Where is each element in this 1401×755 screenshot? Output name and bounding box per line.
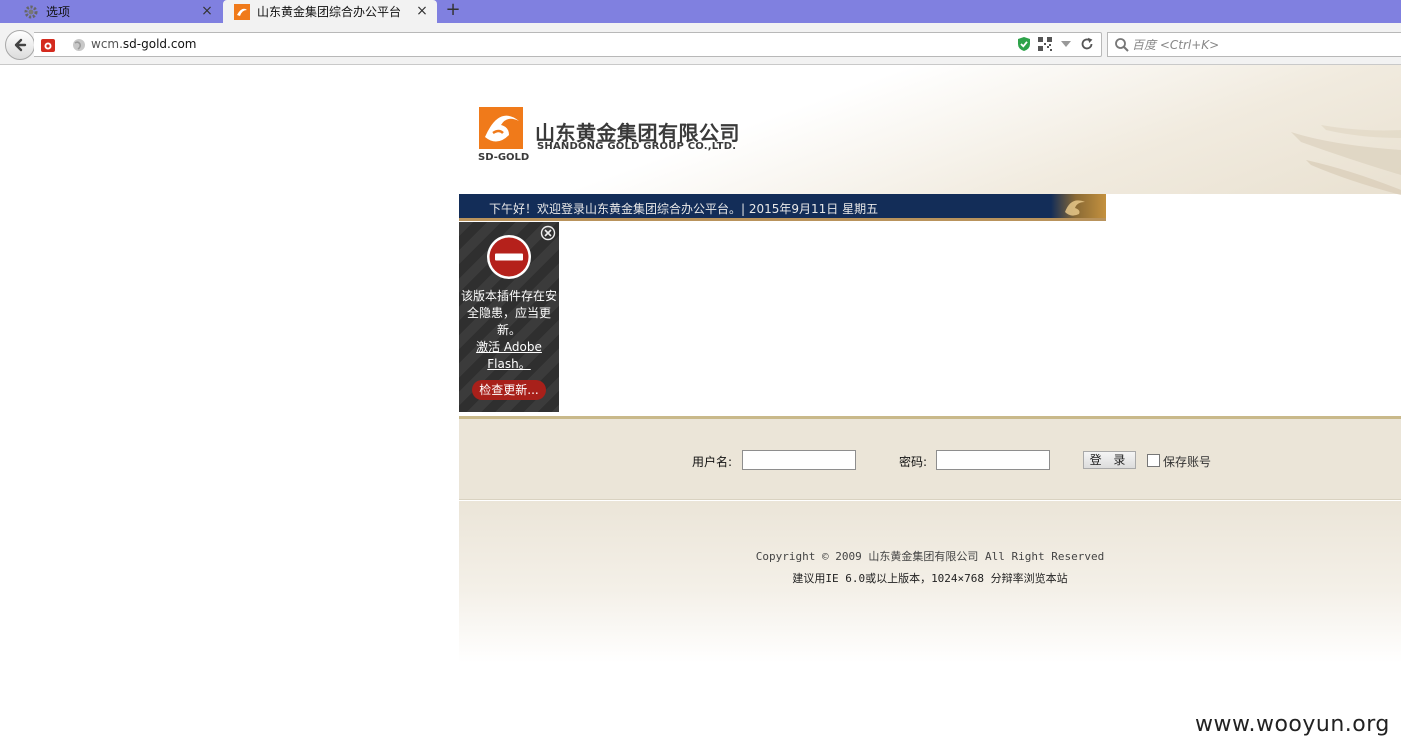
globe-icon[interactable] [72, 38, 86, 52]
tab-strip: 选项 × 山东黄金集团综合办公平台 × + [0, 0, 1401, 23]
reload-icon[interactable] [1079, 36, 1095, 52]
check-update-button[interactable]: 检查更新... [472, 380, 546, 400]
bookmark-icon[interactable] [40, 37, 56, 53]
remember-account-label: 保存账号 [1163, 455, 1212, 469]
search-input[interactable] [1132, 35, 1392, 54]
tab-label: 山东黄金集团综合办公平台 [257, 5, 402, 19]
back-button[interactable] [5, 30, 35, 60]
url-prefix: wcm. [91, 37, 123, 51]
tab-label: 选项 [46, 5, 71, 19]
site-footer: Copyright © 2009 山东黄金集团有限公司 All Right Re… [459, 501, 1401, 663]
close-tab-icon[interactable]: × [200, 3, 214, 19]
blocked-flash-plugin: 该版本插件存在安全隐患，应当更新。 激活 Adobe Flash。 检查更新..… [459, 222, 559, 412]
username-input[interactable] [742, 450, 856, 470]
logo-caption: SD-GOLD [478, 152, 530, 163]
activate-flash-link[interactable]: 激活 Adobe Flash。 [459, 339, 559, 373]
url-domain: sd-gold.com [122, 37, 197, 51]
login-form: 用户名: 密码: 登 录 保存账号 [459, 416, 1401, 500]
sd-gold-favicon-icon [234, 3, 250, 20]
watermark-text: www.wooyun.org [1195, 712, 1390, 737]
blocked-plugin-icon [486, 234, 532, 280]
browser-recommendation-text: 建议用IE 6.0或以上版本，1024×768 分辩率浏览本站 [792, 572, 1068, 585]
close-tab-icon[interactable]: × [415, 3, 429, 19]
back-arrow-icon [14, 38, 27, 52]
login-button[interactable]: 登 录 [1083, 451, 1136, 469]
navigation-toolbar: wcm.sd-gold.com [0, 23, 1401, 65]
new-tab-button[interactable]: + [444, 0, 462, 22]
username-label: 用户名: [692, 455, 733, 469]
plugin-warning-text: 该版本插件存在安全隐患，应当更新。 [460, 289, 557, 337]
brush-stroke-decoration [1291, 125, 1401, 195]
copyright-text: Copyright © 2009 山东黄金集团有限公司 All Right Re… [755, 550, 1105, 563]
close-icon[interactable] [540, 225, 556, 241]
address-bar[interactable]: wcm.sd-gold.com [34, 32, 1102, 57]
gear-icon [23, 4, 39, 20]
search-icon[interactable] [1114, 37, 1130, 53]
qr-code-icon[interactable] [1037, 36, 1053, 52]
welcome-bar-decoration [1051, 194, 1106, 218]
welcome-bar: 下午好！欢迎登录山东黄金集团综合办公平台。| 2015年9月11日 星期五 [459, 194, 1106, 221]
dropdown-arrow-icon[interactable] [1058, 36, 1074, 52]
company-name-en: SHANDONG GOLD GROUP CO.,LTD. [537, 141, 737, 152]
remember-account-checkbox[interactable] [1147, 454, 1160, 467]
site-header: SD-GOLD 山东黄金集团有限公司 SHANDONG GOLD GROUP C… [459, 65, 1401, 195]
shield-icon[interactable] [1016, 36, 1032, 52]
tab-sd-gold[interactable]: 山东黄金集团综合办公平台 × [223, 0, 437, 23]
password-input[interactable] [936, 450, 1050, 470]
url-text[interactable]: wcm.sd-gold.com [91, 37, 196, 51]
password-label: 密码: [899, 455, 928, 469]
sd-gold-logo: SD-GOLD [478, 107, 530, 164]
sd-gold-login-page: SD-GOLD 山东黄金集团有限公司 SHANDONG GOLD GROUP C… [459, 65, 1401, 755]
welcome-message: 下午好！欢迎登录山东黄金集团综合办公平台。| 2015年9月11日 星期五 [489, 202, 879, 216]
tab-options[interactable]: 选项 × [0, 0, 222, 23]
search-box[interactable] [1107, 32, 1401, 57]
